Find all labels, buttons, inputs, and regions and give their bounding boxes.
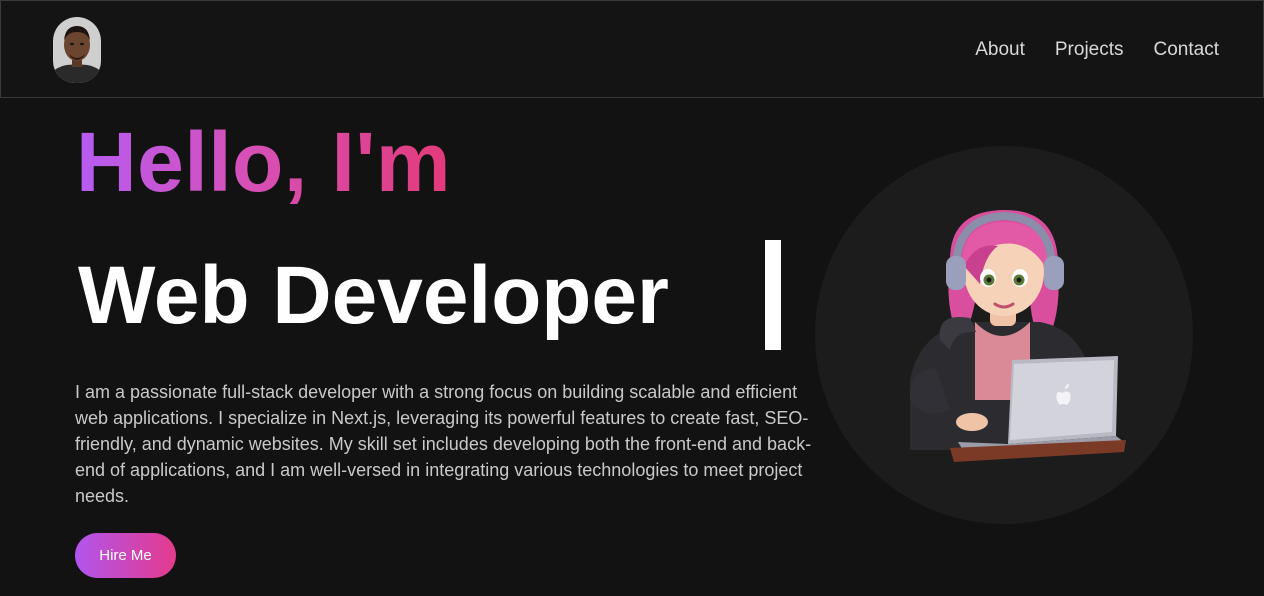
portfolio-page: About Projects Contact Hello, I'm Web De… [0, 0, 1264, 596]
hero-bio: I am a passionate full-stack developer w… [75, 382, 812, 506]
developer-illustration [909, 210, 1126, 462]
navbar: About Projects Contact [0, 0, 1264, 98]
typing-cursor [765, 240, 781, 350]
nav-link-contact[interactable]: Contact [1154, 39, 1219, 61]
nav-link-projects[interactable]: Projects [1055, 39, 1124, 61]
hire-me-button[interactable]: Hire Me [75, 533, 176, 578]
nav-links: About Projects Contact [945, 39, 1219, 61]
nav-link-about[interactable]: About [975, 39, 1025, 61]
hero-role-typewriter: Web Developer [78, 250, 669, 341]
hero-greeting: Hello, I'm [76, 112, 451, 212]
profile-avatar[interactable] [53, 17, 101, 83]
